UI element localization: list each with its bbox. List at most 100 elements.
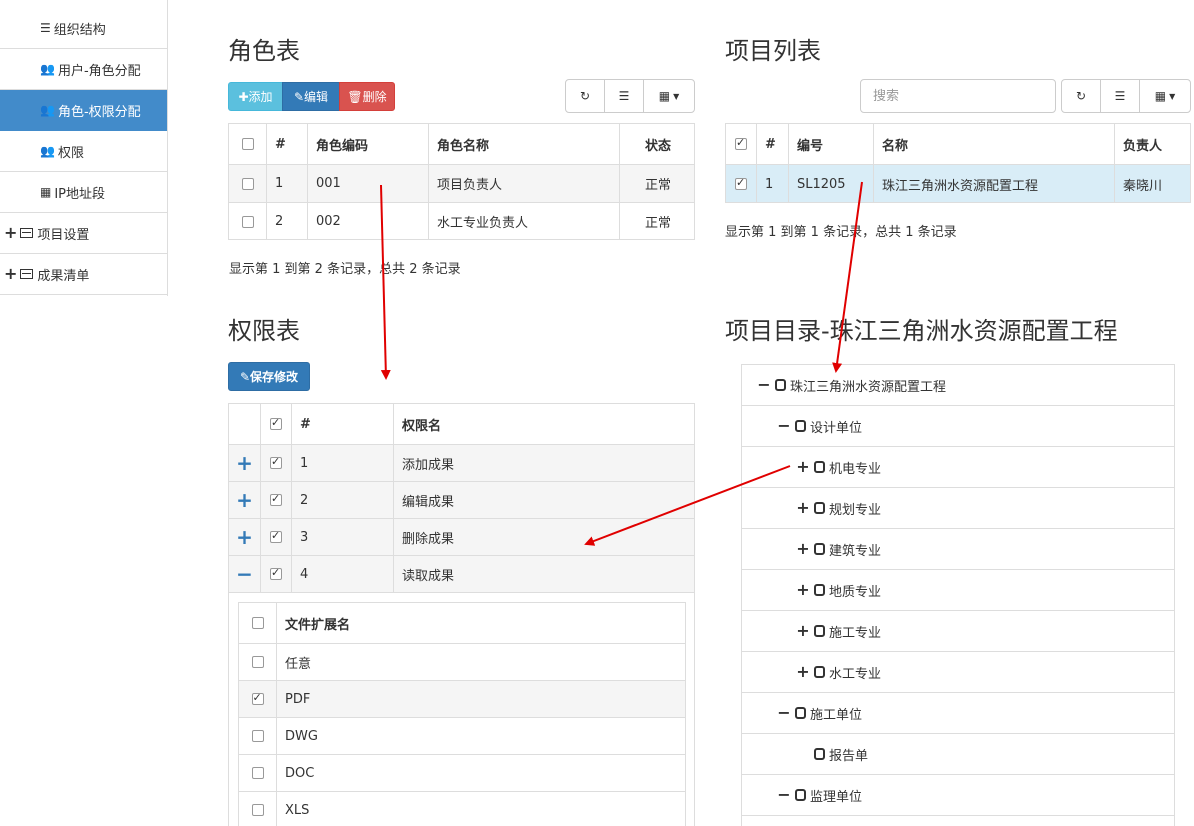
- columns-dropdown-button[interactable]: ▦ ▼: [643, 79, 695, 113]
- refresh-button[interactable]: ↻: [1061, 79, 1101, 113]
- select-all-checkbox[interactable]: [735, 136, 747, 150]
- toggle-view-button[interactable]: ☰: [604, 79, 644, 113]
- search-input[interactable]: [860, 79, 1056, 113]
- table-row[interactable]: − 4 读取成果: [229, 556, 694, 593]
- header-cell[interactable]: 权限名: [393, 404, 694, 444]
- plus-icon[interactable]: +: [236, 490, 253, 510]
- select-all-cell[interactable]: [229, 124, 266, 164]
- row-select-cell[interactable]: [239, 792, 276, 826]
- expand-icon[interactable]: +: [795, 541, 811, 557]
- table-row[interactable]: 1 SL1205 珠江三角洲水资源配置工程 秦晓川: [726, 165, 1190, 202]
- row-select-cell[interactable]: [239, 644, 276, 680]
- tree-node-label[interactable]: 水工专业: [829, 663, 881, 682]
- collapse-icon[interactable]: −: [776, 418, 792, 434]
- row-select-cell[interactable]: [229, 165, 266, 202]
- sidebar-item-deliverables[interactable]: + 成果清单: [0, 254, 167, 295]
- sidebar-item-org-structure[interactable]: ☰ 组织结构: [0, 8, 167, 49]
- row-checkbox[interactable]: [251, 691, 264, 705]
- tree-node-label[interactable]: 地质专业: [829, 581, 881, 600]
- expand-icon[interactable]: +: [795, 664, 811, 680]
- tree-node-label[interactable]: 报告单: [829, 745, 868, 764]
- select-all-cell[interactable]: [260, 404, 291, 444]
- expand-toggle[interactable]: +: [229, 519, 260, 555]
- tree-node-label[interactable]: 机电专业: [829, 458, 881, 477]
- header-cell[interactable]: #: [291, 404, 393, 444]
- row-checkbox[interactable]: [251, 804, 264, 816]
- row-checkbox[interactable]: [270, 492, 282, 506]
- sidebar-item-user-role[interactable]: 👥 用户-角色分配: [0, 49, 167, 90]
- select-all-checkbox[interactable]: [270, 416, 282, 430]
- tree-node-label[interactable]: 珠江三角洲水资源配置工程: [790, 376, 946, 395]
- select-all-checkbox[interactable]: [251, 617, 264, 629]
- tree-node-label[interactable]: 建筑专业: [829, 540, 881, 559]
- tree-node[interactable]: − 监理单位: [742, 775, 1174, 816]
- row-select-cell[interactable]: [239, 718, 276, 754]
- header-cell[interactable]: 名称: [873, 124, 1114, 164]
- expand-toggle[interactable]: +: [229, 445, 260, 481]
- header-cell[interactable]: 角色名称: [428, 124, 619, 164]
- tree-node-label[interactable]: 施工专业: [829, 622, 881, 641]
- table-row[interactable]: 2 002 水工专业负责人 正常: [229, 203, 694, 239]
- table-row[interactable]: 1 001 项目负责人 正常: [229, 165, 694, 203]
- row-select-cell[interactable]: [726, 165, 756, 202]
- row-select-cell[interactable]: [239, 755, 276, 791]
- row-checkbox[interactable]: [251, 730, 264, 742]
- collapse-icon[interactable]: −: [776, 705, 792, 721]
- header-cell[interactable]: #: [756, 124, 788, 164]
- collapse-icon[interactable]: −: [756, 377, 772, 393]
- save-changes-button[interactable]: ✎保存修改: [228, 362, 310, 391]
- row-checkbox[interactable]: [270, 529, 282, 543]
- table-row[interactable]: + 3 删除成果: [229, 519, 694, 556]
- table-row[interactable]: XLS: [239, 792, 685, 826]
- tree-node[interactable]: + 施工专业: [742, 611, 1174, 652]
- table-row[interactable]: + 2 编辑成果: [229, 482, 694, 519]
- minus-icon[interactable]: −: [236, 564, 253, 584]
- row-checkbox[interactable]: [735, 176, 747, 190]
- row-checkbox[interactable]: [241, 177, 254, 190]
- columns-dropdown-button[interactable]: ▦ ▼: [1139, 79, 1191, 113]
- edit-button[interactable]: ✎编辑: [282, 82, 340, 111]
- sidebar-item-permission[interactable]: 👥 权限: [0, 131, 167, 172]
- row-select-cell[interactable]: [260, 445, 291, 481]
- expand-toggle[interactable]: −: [229, 556, 260, 592]
- add-button[interactable]: ✚添加: [228, 82, 283, 111]
- collapse-icon[interactable]: −: [776, 787, 792, 803]
- row-checkbox[interactable]: [251, 767, 264, 779]
- tree-node[interactable]: + 地质专业: [742, 570, 1174, 611]
- expand-toggle[interactable]: +: [229, 482, 260, 518]
- refresh-button[interactable]: ↻: [565, 79, 605, 113]
- tree-node-label[interactable]: 设计单位: [810, 417, 862, 436]
- row-select-cell[interactable]: [260, 519, 291, 555]
- tree-node[interactable]: + 建筑专业: [742, 529, 1174, 570]
- tree-node[interactable]: − 珠江三角洲水资源配置工程: [742, 365, 1174, 406]
- row-checkbox[interactable]: [270, 455, 282, 469]
- row-select-cell[interactable]: [260, 482, 291, 518]
- plus-icon[interactable]: +: [236, 453, 253, 473]
- select-all-cell[interactable]: [726, 124, 756, 164]
- table-row[interactable]: DWG: [239, 718, 685, 755]
- delete-button[interactable]: 🗑删除: [339, 82, 395, 111]
- row-select-cell[interactable]: [239, 681, 276, 717]
- table-row[interactable]: + 1 添加成果: [229, 445, 694, 482]
- row-checkbox[interactable]: [241, 215, 254, 228]
- row-checkbox[interactable]: [251, 656, 264, 668]
- tree-node[interactable]: − 设计单位: [742, 406, 1174, 447]
- table-row[interactable]: 任意: [239, 644, 685, 681]
- row-select-cell[interactable]: [260, 556, 291, 592]
- header-cell[interactable]: 状态: [619, 124, 694, 164]
- sidebar-item-ip-range[interactable]: ▦ IP地址段: [0, 172, 167, 213]
- tree-node-label[interactable]: 施工单位: [810, 704, 862, 723]
- sidebar-item-role-permission[interactable]: 👥 角色-权限分配: [0, 90, 167, 131]
- header-cell[interactable]: 角色编码: [307, 124, 428, 164]
- tree-node[interactable]: 报告单: [742, 734, 1174, 775]
- tree-node[interactable]: + 规划专业: [742, 488, 1174, 529]
- tree-node-label[interactable]: 规划专业: [829, 499, 881, 518]
- expand-icon[interactable]: +: [795, 459, 811, 475]
- plus-icon[interactable]: +: [236, 527, 253, 547]
- toggle-view-button[interactable]: ☰: [1100, 79, 1140, 113]
- table-row[interactable]: PDF: [239, 681, 685, 718]
- expand-icon[interactable]: +: [795, 623, 811, 639]
- select-all-cell[interactable]: [239, 603, 276, 643]
- expand-icon[interactable]: +: [795, 500, 811, 516]
- table-row[interactable]: DOC: [239, 755, 685, 792]
